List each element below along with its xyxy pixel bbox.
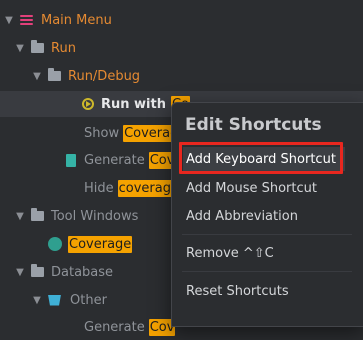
chevron-down-icon[interactable]: ▼	[13, 267, 27, 278]
popup-title: Edit Shortcuts	[185, 115, 322, 135]
coverage-icon	[48, 237, 62, 251]
tree-label-run-debug: Run/Debug	[68, 68, 141, 84]
add-abbreviation-item[interactable]: Add Abbreviation	[186, 209, 298, 224]
tree-label-run: Run	[51, 40, 76, 56]
add-mouse-shortcut-item[interactable]: Add Mouse Shortcut	[186, 181, 317, 196]
search-highlight: Coverage	[68, 235, 133, 253]
tree-label-run-with: Run with	[101, 96, 166, 112]
menu-separator	[182, 271, 352, 272]
chevron-down-icon[interactable]: ▼	[13, 43, 27, 54]
tree-row-run[interactable]: ▼ Run	[0, 35, 363, 61]
reset-shortcuts-item[interactable]: Reset Shortcuts	[186, 284, 289, 299]
chevron-down-icon[interactable]: ▼	[13, 211, 27, 222]
folder-icon	[31, 208, 44, 221]
folder-icon	[48, 68, 61, 81]
menu-icon	[20, 15, 33, 25]
folder-icon	[31, 264, 44, 277]
tree-row-run-debug[interactable]: ▼ Run/Debug	[0, 63, 363, 89]
chevron-down-icon[interactable]: ▼	[30, 295, 44, 306]
report-icon	[66, 153, 76, 167]
tree-row-main-menu[interactable]: ▼ Main Menu	[0, 7, 363, 33]
chevron-down-icon[interactable]: ▼	[2, 15, 16, 26]
tree-label-generate: Generate	[84, 319, 145, 335]
tree-label-generate: Generate	[84, 152, 145, 168]
menu-separator	[182, 234, 352, 235]
package-icon	[48, 294, 61, 306]
tree-label-database: Database	[51, 264, 114, 280]
tree-label-tool-windows: Tool Windows	[51, 208, 139, 224]
chevron-down-icon[interactable]: ▼	[30, 71, 44, 82]
tree-label-other: Other	[70, 292, 107, 308]
run-coverage-icon	[82, 98, 94, 110]
remove-shortcut-item[interactable]: Remove ^⇧C	[186, 246, 274, 261]
folder-icon	[31, 40, 44, 53]
focus-annotation-outline	[179, 142, 343, 174]
tree-label-main-menu: Main Menu	[41, 12, 112, 28]
tree-label-show: Show	[84, 125, 120, 141]
tree-label-hide: Hide	[84, 180, 114, 196]
edit-shortcuts-popup: Edit Shortcuts Add Keyboard Shortcut Add…	[171, 102, 363, 327]
